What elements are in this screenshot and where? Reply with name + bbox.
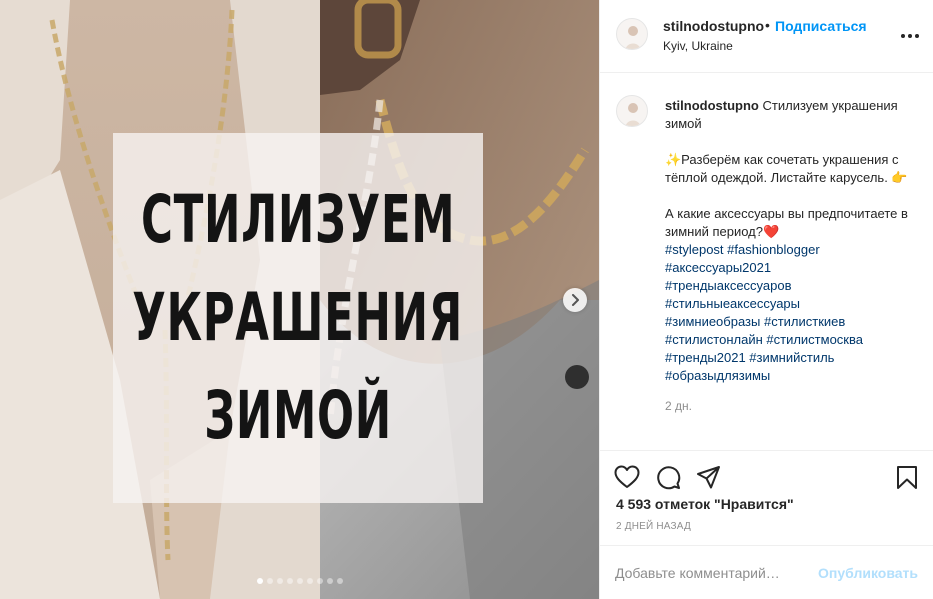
- carousel-dot: [306, 578, 313, 584]
- hashtag-line[interactable]: #стилистонлайн #стилистмосква: [665, 331, 919, 349]
- carousel-dot: [296, 578, 303, 584]
- carousel-dot: [276, 578, 283, 584]
- header-separator: •: [765, 17, 770, 33]
- caption-line-1: ✨Разберём как сочетать украшения с тёпло…: [665, 152, 908, 185]
- overlay-line-1: СТИЛИЗУЕМ: [140, 181, 456, 258]
- avatar[interactable]: [616, 18, 648, 50]
- likes-count[interactable]: 4 593 отметок "Нравится": [616, 496, 794, 512]
- add-comment-section: Опубликовать: [600, 545, 933, 599]
- more-icon: [901, 34, 905, 38]
- caption-username[interactable]: stilnodostupno: [665, 98, 759, 113]
- comment-input[interactable]: [615, 561, 815, 585]
- carousel-indicators: [0, 578, 599, 584]
- hashtag-line[interactable]: #зимниеобразы #стилисткиев: [665, 313, 919, 331]
- caption-text: stilnodostupno Стилизуем украшения зимой…: [665, 97, 919, 415]
- action-bar: [600, 450, 933, 500]
- comment-icon: [656, 465, 680, 489]
- comment-button[interactable]: [654, 463, 682, 491]
- carousel-next-button[interactable]: [563, 288, 587, 312]
- caption-timestamp[interactable]: 2 дн.: [665, 397, 919, 415]
- carousel-dot: [316, 578, 323, 584]
- overlay-line-2: УКРАШЕНИЯ: [132, 279, 464, 356]
- image-text-overlay: СТИЛИЗУЕМ УКРАШЕНИЯ ЗИМОЙ: [113, 133, 483, 503]
- post-date[interactable]: 2 ДНЕЙ НАЗАД: [616, 521, 691, 532]
- like-button[interactable]: [613, 463, 641, 491]
- location-link[interactable]: Kyiv, Ukraine: [663, 39, 733, 53]
- hashtag-line[interactable]: #трендыаксессуаров: [665, 277, 919, 295]
- carousel-dot: [256, 578, 263, 584]
- header-username[interactable]: stilnodostupno: [663, 18, 764, 34]
- bookmark-icon: [897, 465, 917, 489]
- caption-avatar[interactable]: [616, 95, 648, 127]
- carousel-dot: [326, 578, 333, 584]
- carousel-dot: [266, 578, 273, 584]
- publish-button[interactable]: Опубликовать: [818, 565, 918, 581]
- follow-button[interactable]: Подписаться: [775, 18, 867, 34]
- hashtag-line[interactable]: #тренды2021 #зимнийстиль: [665, 349, 919, 367]
- carousel-dot: [336, 578, 343, 584]
- chevron-right-icon: [572, 294, 579, 306]
- overlay-line-3: ЗИМОЙ: [204, 377, 392, 454]
- caption-area: stilnodostupno Стилизуем украшения зимой…: [600, 73, 933, 450]
- post-side-panel: stilnodostupno • Подписаться Kyiv, Ukrai…: [599, 0, 933, 599]
- heart-icon: [614, 465, 640, 488]
- more-options-button[interactable]: [898, 26, 922, 46]
- hashtag-line[interactable]: #стильныеаксессуары: [665, 295, 919, 313]
- hashtag-line[interactable]: #аксессуары2021: [665, 259, 919, 277]
- hashtag-line[interactable]: #stylepost #fashionblogger: [665, 241, 919, 259]
- post-header: stilnodostupno • Подписаться Kyiv, Ukrai…: [600, 0, 933, 73]
- share-button[interactable]: [694, 463, 722, 491]
- share-icon: [696, 465, 720, 488]
- carousel-dot: [286, 578, 293, 584]
- hashtag-line[interactable]: #образыдлязимы: [665, 367, 919, 385]
- caption-line-2: А какие аксессуары вы предпочитаете в зи…: [665, 206, 908, 239]
- save-button[interactable]: [893, 463, 921, 491]
- post-media[interactable]: СТИЛИЗУЕМ УКРАШЕНИЯ ЗИМОЙ: [0, 0, 599, 599]
